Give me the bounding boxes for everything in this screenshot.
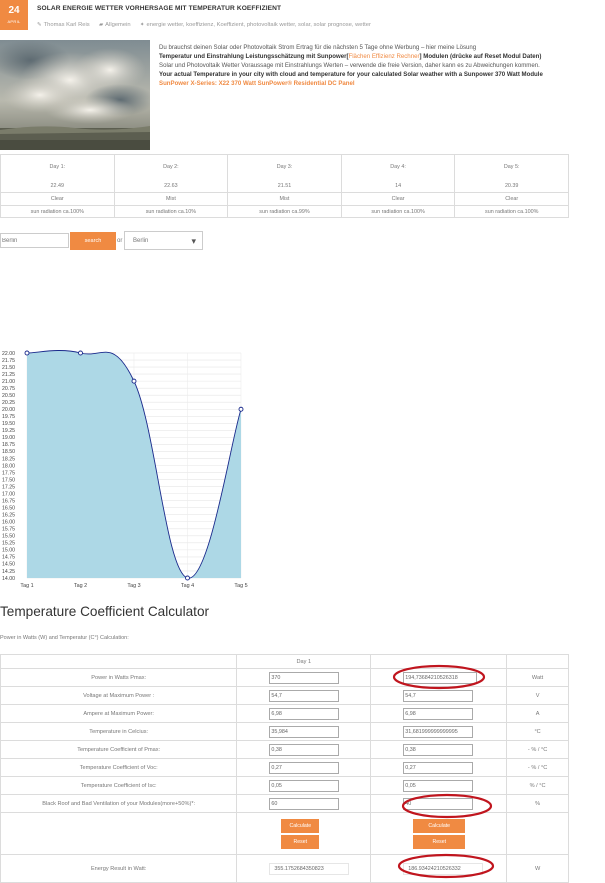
annotation-circle-energy bbox=[397, 853, 495, 879]
annotation-circle-pmax bbox=[392, 664, 486, 690]
annotation-overlay bbox=[392, 664, 495, 879]
annotation-circle-black-roof bbox=[401, 793, 493, 819]
